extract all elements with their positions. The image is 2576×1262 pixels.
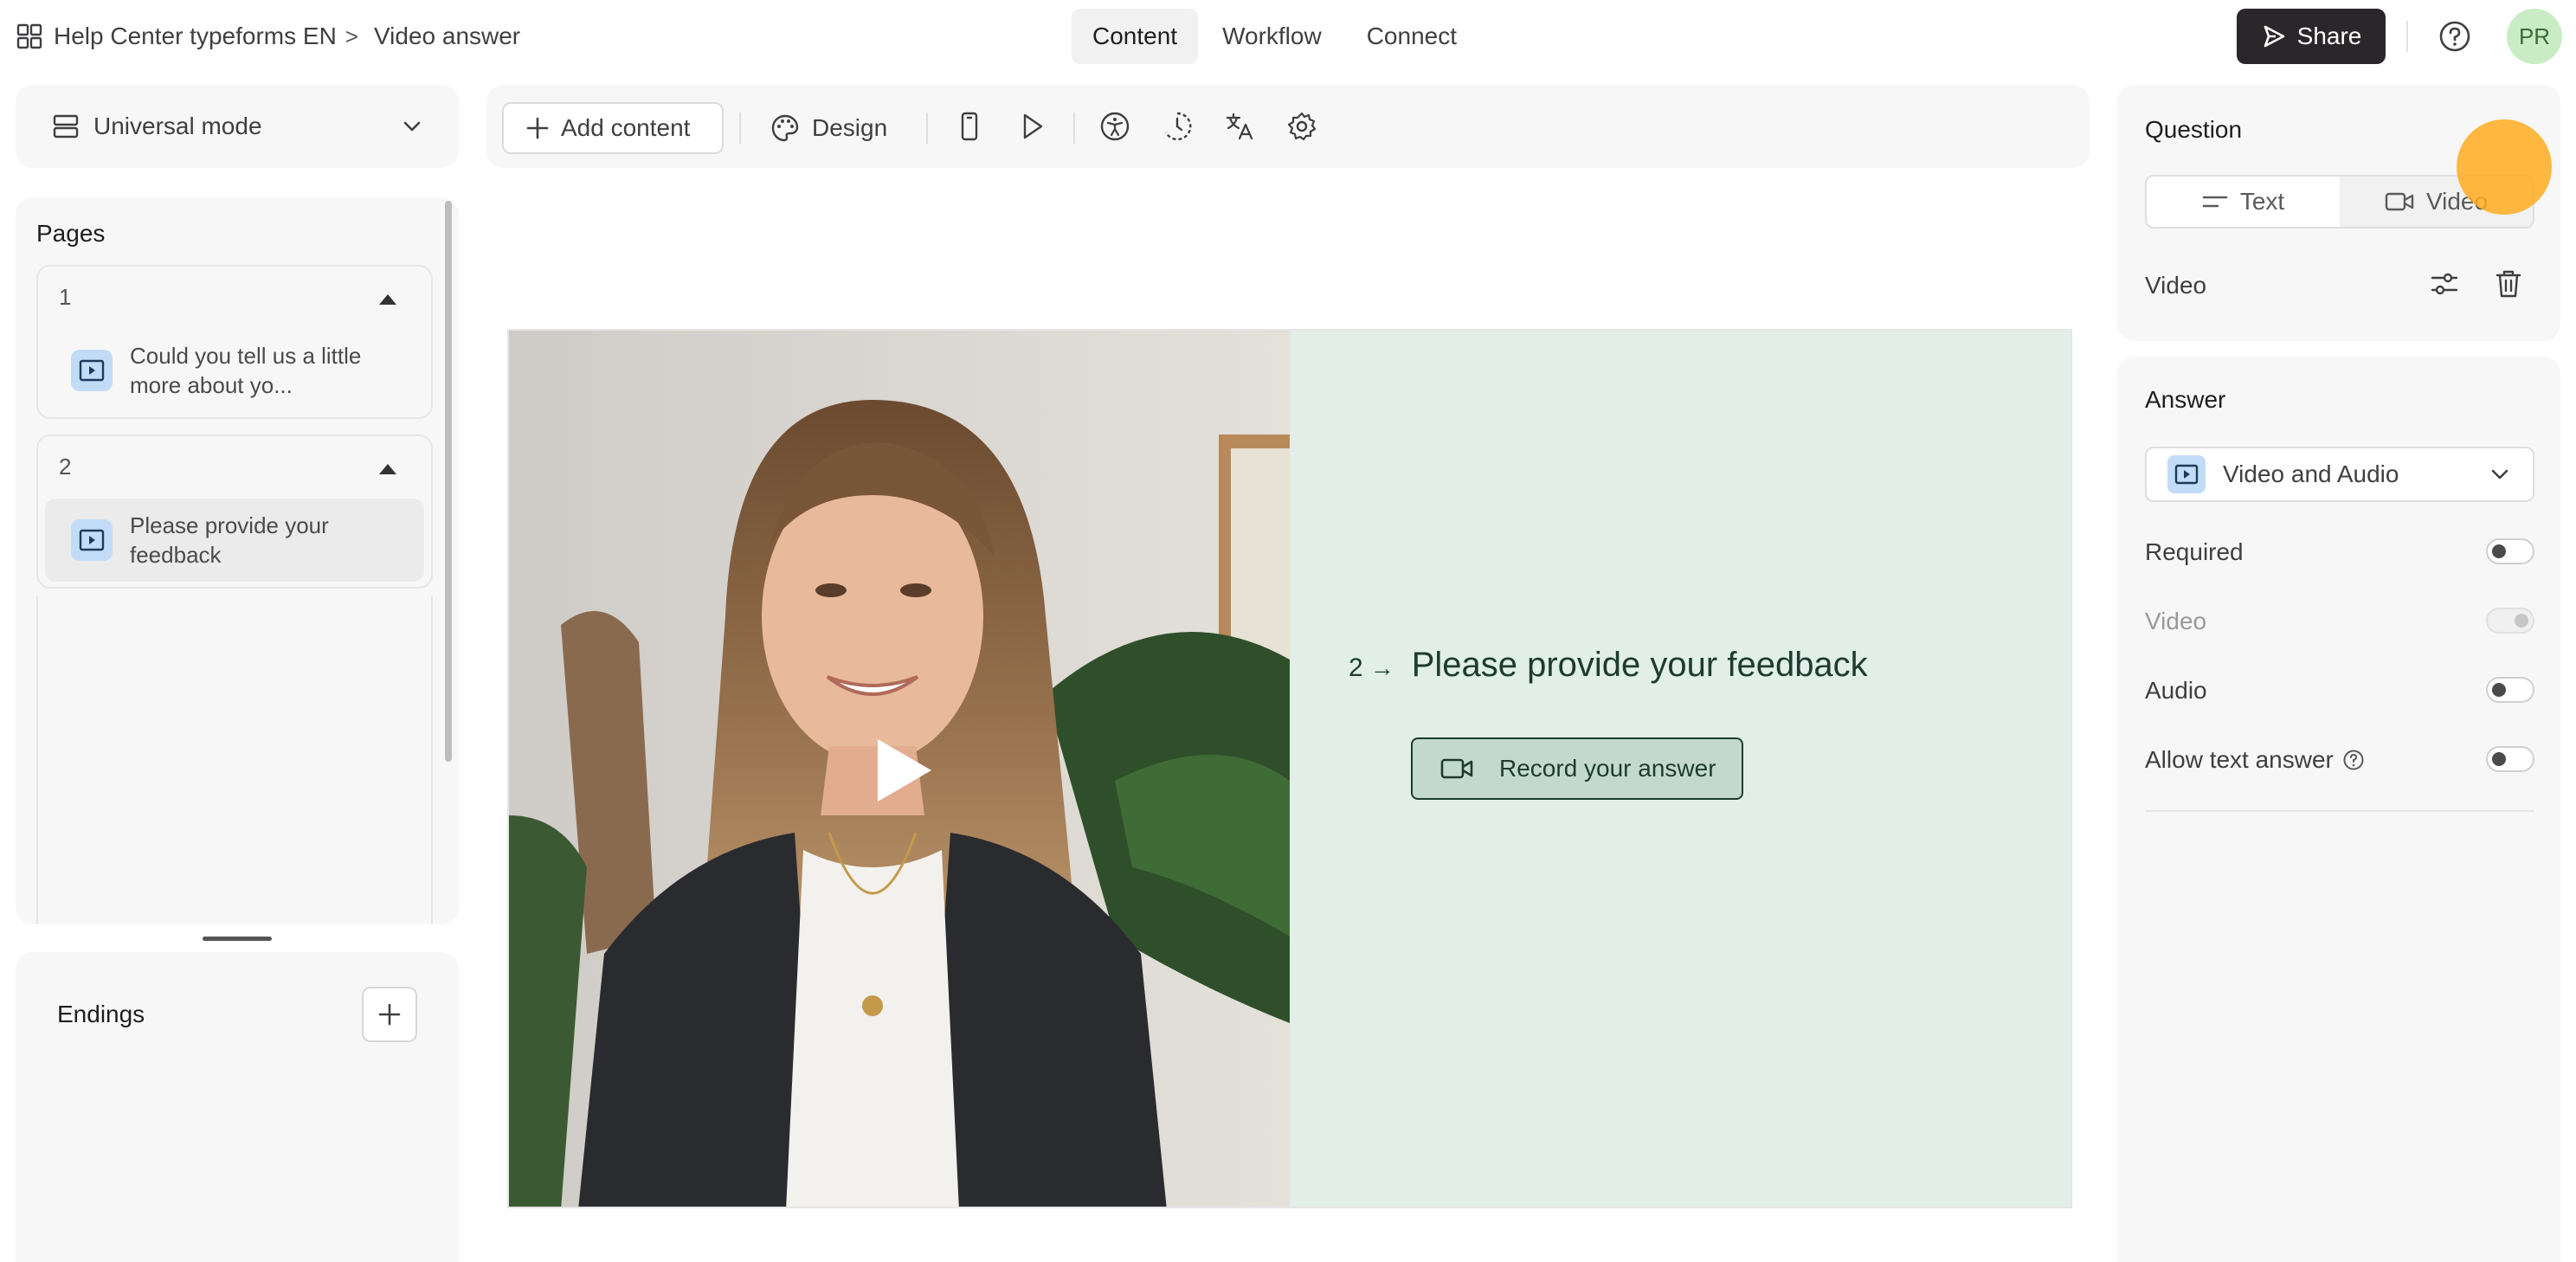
video-question-icon	[71, 519, 113, 561]
allow-text-answer-toggle[interactable]	[2486, 746, 2534, 772]
endings-panel: Endings	[16, 952, 459, 1262]
plus-icon	[526, 117, 549, 139]
help-icon[interactable]	[2438, 19, 2472, 54]
video-camera-icon	[1440, 758, 1473, 779]
tab-workflow[interactable]: Workflow	[1201, 9, 1343, 64]
send-icon	[2264, 25, 2284, 48]
share-button[interactable]: Share	[2237, 9, 2386, 64]
video-player[interactable]	[509, 331, 1290, 1207]
translate-icon[interactable]	[1224, 111, 1255, 142]
top-bar: Help Center typeforms EN > Video answer …	[0, 0, 2576, 73]
allow-text-answer-label: Allow text answer	[2145, 746, 2334, 773]
collapse-caret-icon[interactable]	[379, 464, 396, 474]
endings-title: Endings	[57, 1001, 145, 1027]
page-item-text: Could you tell us a little more about yo…	[130, 343, 362, 398]
chevron-down-icon	[2491, 469, 2508, 480]
video-camera-icon	[2385, 192, 2414, 211]
arrow-right-icon: →	[1369, 654, 1394, 681]
audio-toggle[interactable]	[2486, 677, 2534, 703]
play-preview-icon[interactable]	[1016, 111, 1047, 142]
mobile-preview-icon[interactable]	[954, 111, 985, 142]
breadcrumb: Help Center typeforms EN > Video answer	[16, 17, 520, 55]
chevron-down-icon	[403, 121, 421, 132]
question-type-text-label: Text	[2239, 188, 2285, 215]
workspace-link[interactable]: Help Center typeforms EN	[54, 23, 337, 50]
form-title[interactable]: Video answer	[374, 23, 520, 50]
play-icon[interactable]	[878, 739, 931, 802]
question-number: 2	[1349, 654, 1363, 682]
question-title: Question	[2145, 116, 2243, 143]
avatar[interactable]: PR	[2507, 9, 2562, 64]
page-number: 1	[59, 284, 72, 310]
add-ending-button[interactable]	[362, 987, 417, 1042]
page-group-2: 2 Please provide your feedback	[36, 435, 433, 589]
plus-icon	[378, 1003, 401, 1026]
toolbar-divider	[926, 113, 928, 144]
question-type-text[interactable]: Text	[2147, 177, 2340, 227]
required-toggle[interactable]	[2486, 538, 2534, 564]
settings-gear-icon[interactable]	[1286, 111, 1317, 142]
tab-content[interactable]: Content	[1072, 9, 1199, 64]
loading-icon[interactable]	[1162, 111, 1193, 142]
record-label: Record your answer	[1499, 755, 1716, 782]
tab-connect[interactable]: Connect	[1346, 9, 1478, 64]
question-heading: 2 → Please provide your feedback	[1349, 646, 1868, 685]
page-number: 2	[59, 454, 72, 480]
sliders-icon[interactable]	[2429, 268, 2460, 299]
page-item-selected[interactable]: Please provide your feedback	[45, 499, 424, 582]
add-content-button[interactable]: Add content	[502, 102, 724, 154]
page-item-text: Please provide your feedback	[130, 512, 329, 568]
form-preview-canvas: 2 → Please provide your feedback Record …	[507, 329, 2072, 1208]
answer-type-select[interactable]: Video and Audio	[2145, 447, 2534, 502]
add-content-label: Add content	[561, 114, 691, 141]
pages-drop-area	[36, 596, 433, 924]
cursor-highlight	[2457, 119, 2552, 215]
text-lines-icon	[2202, 196, 2228, 208]
video-setting-label: Video	[2145, 272, 2207, 299]
apps-grid-icon[interactable]	[16, 23, 43, 50]
question-text[interactable]: Please provide your feedback	[1412, 646, 1868, 685]
main-tabs: Content Workflow Connect	[1072, 9, 1478, 64]
panel-resize-handle[interactable]	[203, 937, 272, 941]
allow-text-answer-row: Allow text answer	[2145, 746, 2365, 774]
answer-type-value: Video and Audio	[2223, 460, 2399, 487]
settings-divider	[2145, 810, 2534, 812]
trash-icon[interactable]	[2493, 268, 2524, 299]
record-answer-button[interactable]: Record your answer	[1411, 737, 1743, 800]
answer-settings-panel: Answer Video and Audio Required Video Au…	[2117, 357, 2560, 1262]
video-question-icon	[2167, 455, 2206, 493]
answer-title: Answer	[2145, 386, 2226, 413]
breadcrumb-separator: >	[345, 23, 358, 49]
mode-label: Universal mode	[93, 113, 262, 139]
collapse-caret-icon[interactable]	[379, 294, 396, 305]
toolbar-divider	[739, 113, 741, 144]
header-divider	[2406, 21, 2408, 52]
share-label: Share	[2296, 23, 2362, 49]
design-label: Design	[812, 114, 888, 141]
page-group-1: 1 Could you tell us a little more about …	[36, 265, 433, 419]
pages-panel: Pages 1 Could you tell us a little more …	[16, 197, 459, 924]
video-answer-toggle	[2486, 608, 2534, 634]
page-item[interactable]: Could you tell us a little more about yo…	[45, 329, 424, 412]
audio-label: Audio	[2145, 677, 2207, 704]
editor-toolbar: Add content Design	[486, 85, 2090, 168]
accessibility-icon[interactable]	[1099, 111, 1130, 142]
pages-title: Pages	[36, 220, 106, 247]
toolbar-divider	[1073, 113, 1075, 144]
video-answer-label: Video	[2145, 608, 2207, 634]
palette-icon	[771, 114, 799, 142]
layout-icon	[53, 114, 79, 138]
pages-scrollbar[interactable]	[445, 201, 452, 762]
required-label: Required	[2145, 538, 2244, 565]
video-question-icon	[71, 350, 113, 391]
info-help-icon[interactable]	[2342, 749, 2365, 771]
mode-selector[interactable]: Universal mode	[16, 85, 459, 168]
design-button[interactable]: Design	[770, 102, 887, 154]
